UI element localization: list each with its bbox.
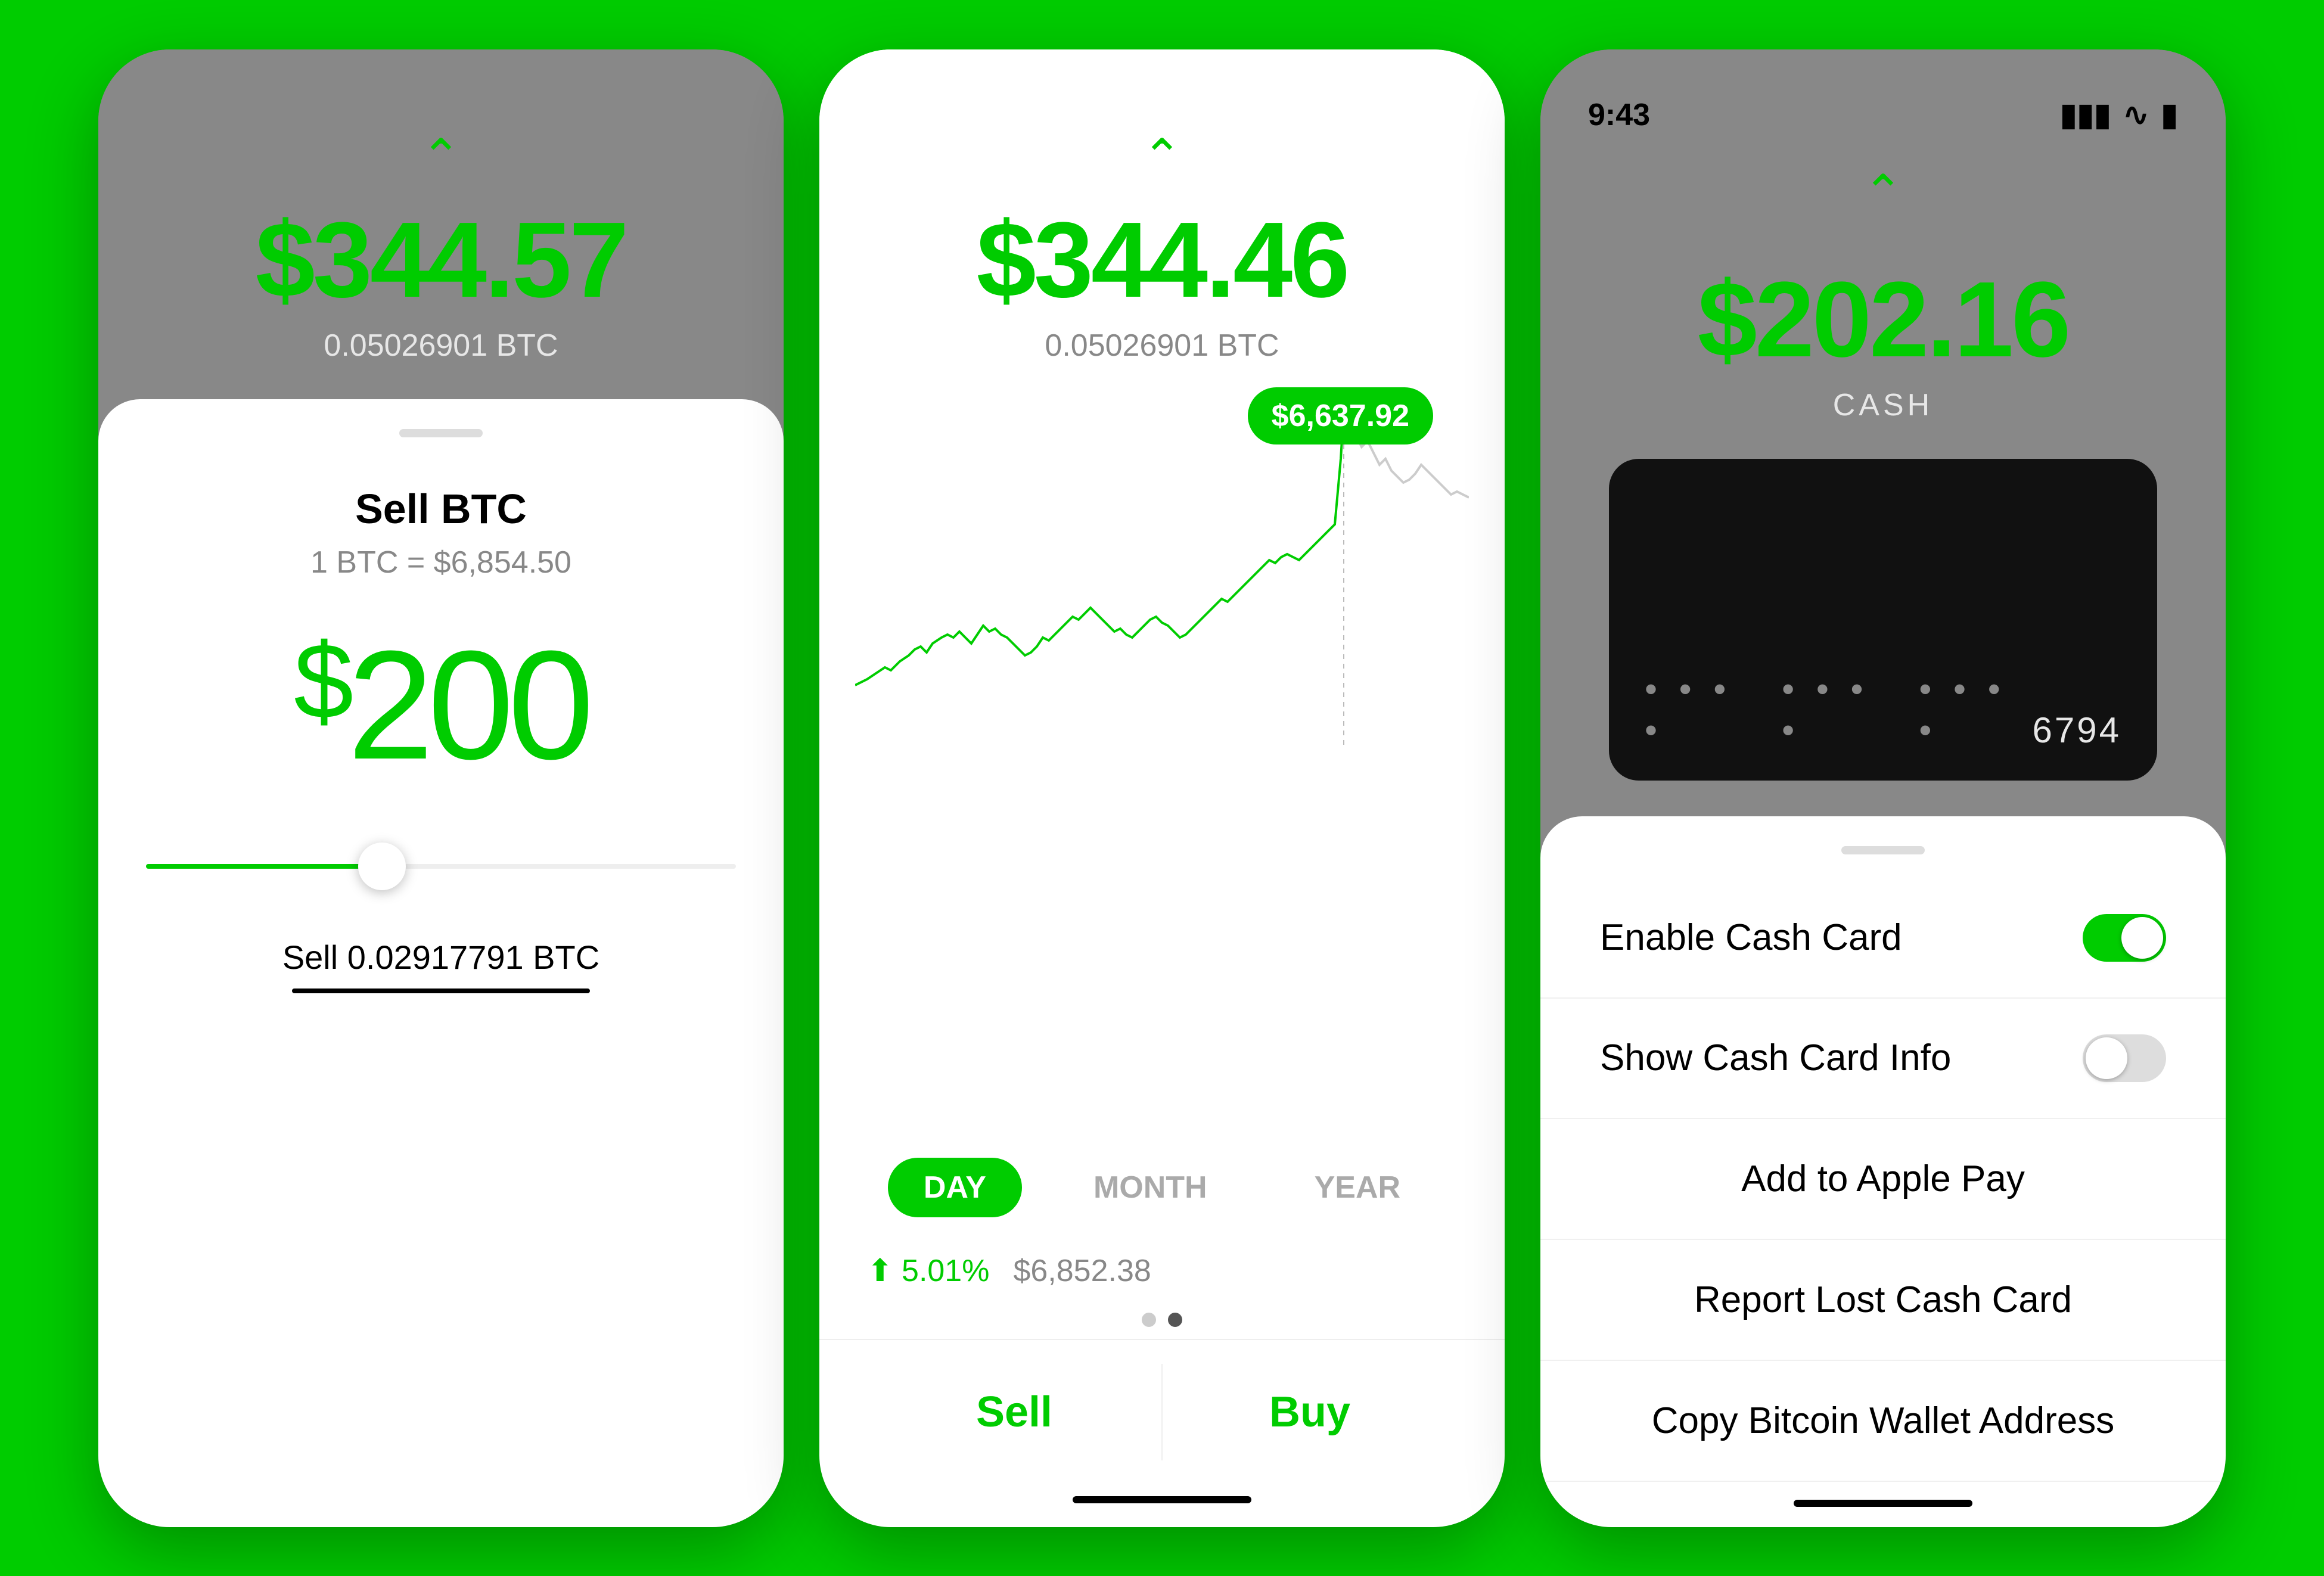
dot-1 bbox=[1142, 1313, 1156, 1327]
action-buttons: Sell Buy bbox=[819, 1339, 1505, 1484]
chevron-up-icon[interactable]: ⌃ bbox=[421, 133, 461, 181]
buy-button[interactable]: Buy bbox=[1163, 1364, 1457, 1460]
cash-card: • • • • • • • • • • • • 6794 bbox=[1609, 459, 2157, 781]
cash-label: CASH bbox=[1833, 387, 1933, 423]
slider-fill bbox=[146, 864, 382, 869]
report-lost-label: Report Lost Cash Card bbox=[1694, 1279, 2072, 1321]
status-bar: 9:43 ▮▮▮ ∿ ▮ bbox=[1540, 85, 2226, 145]
card-dots-3: • • • • bbox=[1919, 669, 2032, 751]
screen2-top: ⌃ $344.46 0.05026901 BTC bbox=[819, 49, 1505, 375]
chevron-up-icon-2[interactable]: ⌃ bbox=[1142, 133, 1182, 181]
card-dots-2: • • • • bbox=[1782, 669, 1895, 751]
card-dots-group: • • • • • • • • • • • • bbox=[1645, 669, 2033, 751]
btc-price: $344.57 bbox=[256, 198, 627, 322]
page-dots bbox=[1142, 1301, 1182, 1339]
cash-amount: $202.16 bbox=[1698, 258, 2069, 381]
slider-thumb[interactable] bbox=[358, 843, 406, 890]
change-percent: ⬆ 5.01% bbox=[867, 1253, 989, 1289]
enable-cash-card-toggle[interactable] bbox=[2083, 914, 2166, 962]
change-price: $6,852.38 bbox=[1013, 1253, 1151, 1289]
status-time: 9:43 bbox=[1588, 97, 1650, 133]
cash-settings-sheet: Enable Cash Card Show Cash Card Info Add… bbox=[1540, 816, 2226, 1527]
sheet-handle-3 bbox=[1841, 846, 1925, 854]
card-number: 6794 bbox=[2033, 710, 2121, 751]
sheet-handle bbox=[399, 429, 483, 437]
time-btn-year[interactable]: YEAR bbox=[1279, 1158, 1436, 1217]
sell-btc-label: Sell 0.02917791 BTC bbox=[282, 938, 599, 977]
btc-amount: 0.05026901 BTC bbox=[324, 328, 558, 363]
screen1-top: ⌃ $344.57 0.05026901 BTC bbox=[98, 49, 784, 399]
chart-tooltip: $6,637.92 bbox=[1248, 387, 1433, 444]
home-bar-3 bbox=[1794, 1500, 1972, 1507]
sell-title: Sell BTC bbox=[355, 485, 527, 533]
toggle-knob-on bbox=[2121, 917, 2163, 959]
wifi-icon: ∿ bbox=[2123, 97, 2149, 133]
time-btn-month[interactable]: MONTH bbox=[1058, 1158, 1243, 1217]
chevron-up-icon-3[interactable]: ⌃ bbox=[1863, 169, 1903, 216]
toggle-knob-off bbox=[2086, 1037, 2127, 1079]
show-cash-card-info-toggle[interactable] bbox=[2083, 1034, 2166, 1082]
time-selector: DAY MONTH YEAR bbox=[819, 1134, 1505, 1241]
dot-2 bbox=[1168, 1313, 1182, 1327]
sell-btc-underline bbox=[292, 989, 590, 993]
signal-icon: ▮▮▮ bbox=[2060, 97, 2111, 133]
screen-btc-chart: ⌃ $344.46 0.05026901 BTC $6,637.92 DAY M… bbox=[819, 49, 1505, 1527]
chart-area: $6,637.92 bbox=[819, 375, 1505, 1134]
chart-stats: ⬆ 5.01% $6,852.38 bbox=[819, 1241, 1505, 1301]
copy-bitcoin-label: Copy Bitcoin Wallet Address bbox=[1652, 1400, 2114, 1442]
enable-cash-card-label: Enable Cash Card bbox=[1600, 916, 1902, 959]
status-icons: ▮▮▮ ∿ ▮ bbox=[2060, 97, 2178, 133]
add-to-apple-pay-row[interactable]: Add to Apple Pay bbox=[1540, 1119, 2226, 1240]
screen3-top: 9:43 ▮▮▮ ∿ ▮ ⌃ $202.16 CASH • • • • • • … bbox=[1540, 49, 2226, 816]
screen-cash-card: 9:43 ▮▮▮ ∿ ▮ ⌃ $202.16 CASH • • • • • • … bbox=[1540, 49, 2226, 1527]
amount-slider[interactable] bbox=[146, 843, 736, 890]
card-dots-1: • • • • bbox=[1645, 669, 1758, 751]
enable-cash-card-row: Enable Cash Card bbox=[1540, 878, 2226, 999]
sell-amount: $200 bbox=[294, 628, 588, 783]
copy-bitcoin-row[interactable]: Copy Bitcoin Wallet Address bbox=[1540, 1361, 2226, 1482]
btc-amount-2: 0.05026901 BTC bbox=[1045, 328, 1279, 363]
btc-price-2: $344.46 bbox=[977, 198, 1348, 322]
add-to-apple-pay-label: Add to Apple Pay bbox=[1741, 1158, 2025, 1200]
time-btn-day[interactable]: DAY bbox=[888, 1158, 1022, 1217]
report-lost-row[interactable]: Report Lost Cash Card bbox=[1540, 1240, 2226, 1361]
screen-sell-btc: ⌃ $344.57 0.05026901 BTC Sell BTC 1 BTC … bbox=[98, 49, 784, 1527]
exchange-rate: 1 BTC = $6,854.50 bbox=[310, 545, 571, 580]
slider-track bbox=[146, 864, 736, 869]
show-cash-card-info-label: Show Cash Card Info bbox=[1600, 1037, 1951, 1079]
home-bar-2 bbox=[1073, 1496, 1251, 1503]
sell-button[interactable]: Sell bbox=[867, 1364, 1163, 1460]
battery-icon: ▮ bbox=[2161, 97, 2178, 133]
show-cash-card-info-row: Show Cash Card Info bbox=[1540, 999, 2226, 1119]
sell-btc-sheet: Sell BTC 1 BTC = $6,854.50 $200 Sell 0.0… bbox=[98, 399, 784, 1527]
dollar-sign: $ bbox=[294, 621, 347, 741]
